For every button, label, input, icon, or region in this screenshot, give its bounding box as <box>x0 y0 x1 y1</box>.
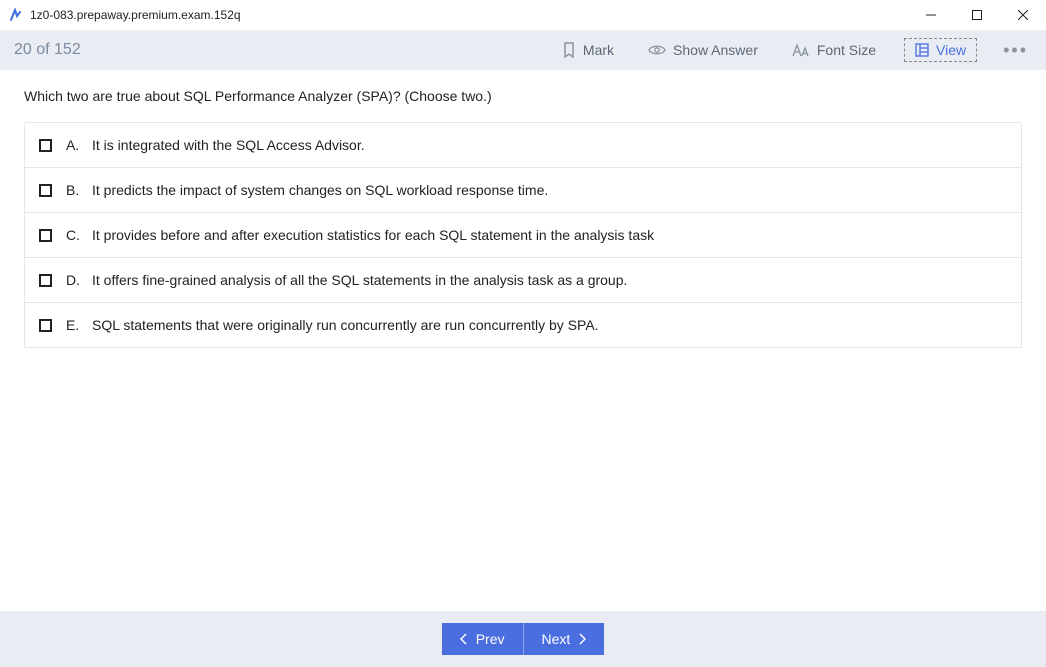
question-text: Which two are true about SQL Performance… <box>24 88 1022 104</box>
minimize-button[interactable] <box>908 0 954 30</box>
checkbox[interactable] <box>39 184 52 197</box>
option-row[interactable]: D. It offers fine-grained analysis of all… <box>25 258 1021 303</box>
option-text: It is integrated with the SQL Access Adv… <box>92 137 365 153</box>
option-row[interactable]: E. SQL statements that were originally ru… <box>25 303 1021 347</box>
chevron-right-icon <box>578 633 586 645</box>
option-text: It predicts the impact of system changes… <box>92 182 548 198</box>
view-button[interactable]: View <box>904 38 977 62</box>
view-label: View <box>936 42 966 58</box>
progress-indicator: 20 of 152 <box>14 41 81 59</box>
prev-label: Prev <box>476 631 505 647</box>
eye-icon <box>648 44 666 56</box>
app-icon <box>8 7 24 23</box>
more-button[interactable]: ••• <box>999 40 1032 61</box>
checkbox[interactable] <box>39 139 52 152</box>
footer: Prev Next <box>0 611 1046 667</box>
mark-label: Mark <box>583 42 614 58</box>
prev-button[interactable]: Prev <box>442 623 524 655</box>
option-row[interactable]: C. It provides before and after execution… <box>25 213 1021 258</box>
option-letter: A. <box>66 137 82 153</box>
bookmark-icon <box>562 42 576 58</box>
checkbox[interactable] <box>39 274 52 287</box>
option-row[interactable]: B. It predicts the impact of system chang… <box>25 168 1021 213</box>
show-answer-label: Show Answer <box>673 42 758 58</box>
font-size-button[interactable]: Font Size <box>786 38 882 62</box>
font-size-icon <box>792 43 810 57</box>
maximize-button[interactable] <box>954 0 1000 30</box>
option-text: SQL statements that were originally run … <box>92 317 599 333</box>
toolbar: 20 of 152 Mark Show Answer Font Size Vie… <box>0 30 1046 70</box>
next-button[interactable]: Next <box>524 623 605 655</box>
option-letter: D. <box>66 272 82 288</box>
titlebar: 1z0-083.prepaway.premium.exam.152q <box>0 0 1046 30</box>
option-row[interactable]: A. It is integrated with the SQL Access A… <box>25 123 1021 168</box>
window-title: 1z0-083.prepaway.premium.exam.152q <box>30 8 241 22</box>
checkbox[interactable] <box>39 319 52 332</box>
options-list: A. It is integrated with the SQL Access A… <box>24 122 1022 348</box>
view-icon <box>915 43 929 57</box>
checkbox[interactable] <box>39 229 52 242</box>
option-letter: C. <box>66 227 82 243</box>
next-label: Next <box>542 631 571 647</box>
option-text: It offers fine-grained analysis of all t… <box>92 272 627 288</box>
chevron-left-icon <box>460 633 468 645</box>
mark-button[interactable]: Mark <box>556 38 620 62</box>
show-answer-button[interactable]: Show Answer <box>642 38 764 62</box>
option-letter: B. <box>66 182 82 198</box>
close-button[interactable] <box>1000 0 1046 30</box>
content-area: Which two are true about SQL Performance… <box>0 70 1046 611</box>
option-text: It provides before and after execution s… <box>92 227 654 243</box>
font-size-label: Font Size <box>817 42 876 58</box>
option-letter: E. <box>66 317 82 333</box>
window-controls <box>908 0 1046 30</box>
